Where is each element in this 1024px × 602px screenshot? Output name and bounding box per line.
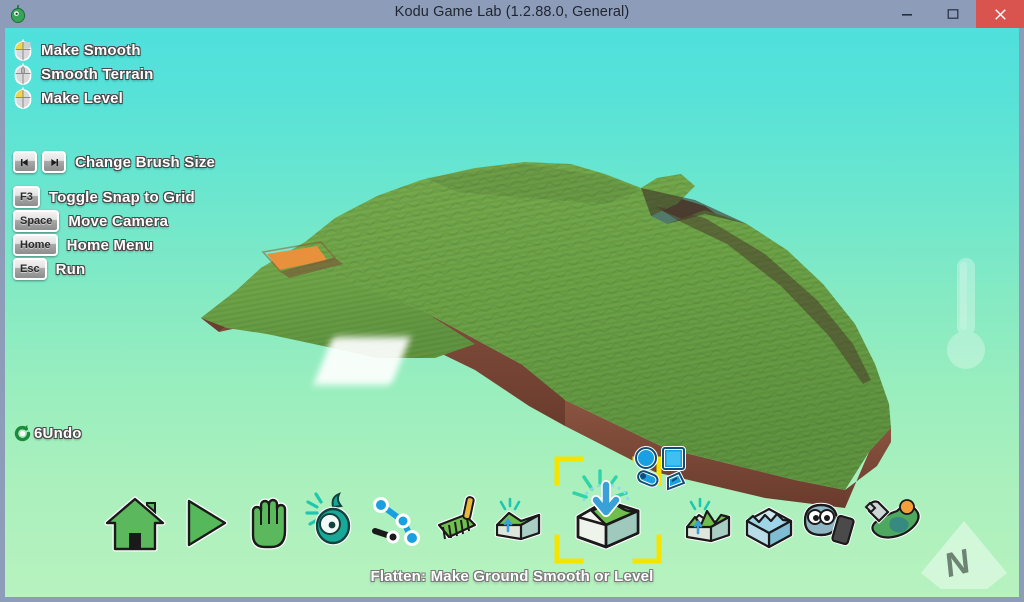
brush-tool[interactable]: [425, 491, 489, 555]
mouse-binding-row: Smooth Terrain: [13, 62, 154, 86]
hand-tool[interactable]: [237, 491, 301, 555]
thermometer-slider-icon: [947, 258, 985, 369]
paint-brush-icon: [436, 494, 478, 540]
path-tool[interactable]: [363, 491, 427, 555]
mouse-left-button-icon: [13, 87, 33, 109]
esc-key[interactable]: Esc: [13, 258, 47, 280]
mouse-middle-button-icon: [13, 63, 33, 85]
kodu-object-icon: [305, 492, 352, 546]
zoom-slider[interactable]: [937, 256, 995, 376]
wrench-world-icon: [864, 499, 921, 540]
terrain-raise-icon: [494, 497, 542, 542]
key-binding-row: Change Brush Size: [13, 150, 215, 174]
mouse-binding-label: Make Level: [41, 89, 124, 107]
key-binding-label: Run: [55, 260, 86, 278]
raise-lower-tool[interactable]: [487, 491, 551, 555]
water-tool[interactable]: [737, 491, 801, 555]
key-binding-label: Home Menu: [66, 236, 154, 254]
play-icon: [186, 498, 228, 548]
undo-count: 6: [34, 425, 43, 442]
mouse-binding-label: Smooth Terrain: [41, 65, 154, 83]
terrain-spikey-icon: [684, 497, 732, 544]
home-tool[interactable]: [103, 491, 167, 555]
key-binding-row: F3 Toggle Snap to Grid: [13, 185, 215, 209]
key-binding-label: Toggle Snap to Grid: [48, 188, 195, 206]
right-arrow-key[interactable]: [42, 151, 66, 173]
key-binding-label: Move Camera: [68, 212, 169, 230]
eyeball-delete-icon: [802, 502, 856, 546]
key-binding-label: Change Brush Size: [75, 153, 216, 171]
mouse-binding-row: Make Level: [13, 86, 154, 110]
hand-icon: [250, 497, 288, 550]
water-icon: [744, 506, 794, 550]
mouse-left-button-icon: [13, 39, 33, 61]
home-icon: [104, 496, 166, 552]
undo-icon: [13, 424, 32, 443]
delete-tool[interactable]: [797, 491, 861, 555]
spikey-hilly-tool[interactable]: [677, 491, 741, 555]
object-tool[interactable]: [303, 491, 367, 555]
path-node-icon: [372, 497, 420, 546]
game-viewport[interactable]: Make Smooth Smooth Terrain Make Level Ch…: [5, 28, 1019, 597]
play-tool[interactable]: [171, 491, 235, 555]
left-arrow-key[interactable]: [13, 151, 37, 173]
space-key[interactable]: Space: [13, 210, 60, 232]
minimize-button[interactable]: [884, 0, 930, 28]
undo-label: Undo: [42, 425, 82, 442]
home-key[interactable]: Home: [13, 234, 58, 256]
tool-bar[interactable]: [5, 446, 1019, 564]
mouse-bindings-legend: Make Smooth Smooth Terrain Make Level: [13, 38, 154, 110]
key-binding-row: Space Move Camera: [13, 209, 215, 233]
close-button[interactable]: [976, 0, 1024, 28]
world-tool[interactable]: [861, 491, 925, 555]
mouse-binding-row: Make Smooth: [13, 38, 154, 62]
title-bar: Kodu Game Lab (1.2.88.0, General): [0, 0, 1024, 28]
key-binding-row: Esc Run: [13, 257, 215, 281]
maximize-button[interactable]: [930, 0, 976, 28]
mouse-binding-label: Make Smooth: [41, 41, 141, 59]
key-binding-row: Home Home Menu: [13, 233, 215, 257]
f3-key[interactable]: F3: [13, 186, 40, 208]
undo-indicator[interactable]: 6 Undo: [13, 424, 82, 443]
brush-shape-selector[interactable]: [632, 445, 694, 495]
status-text: Flatten: Make Ground Smooth or Level: [370, 568, 654, 585]
key-bindings-legend: Change Brush Size F3 Toggle Snap to Grid…: [13, 150, 215, 281]
window-title: Kodu Game Lab (1.2.88.0, General): [394, 4, 630, 20]
app-window: Kodu Game Lab (1.2.88.0, General) Make S…: [0, 0, 1024, 602]
